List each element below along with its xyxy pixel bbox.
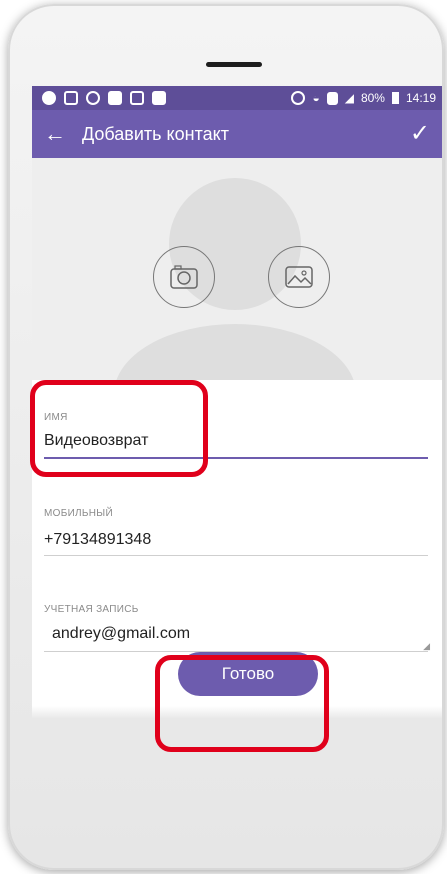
resize-handle-icon: ◢ [423, 641, 430, 651]
confirm-check-icon[interactable]: ✓ [410, 122, 430, 146]
gallery-icon [64, 91, 78, 105]
app-bar: ← Добавить контакт ✓ [32, 110, 442, 158]
battery-icon [391, 92, 399, 104]
phone-speaker [206, 62, 262, 67]
status-bar: ◒ ◢ 80% 14:19 [32, 86, 442, 110]
gallery-button[interactable] [268, 246, 330, 308]
contact-photo-area [32, 158, 442, 380]
page-title: Добавить контакт [82, 123, 229, 144]
instagram-icon [130, 91, 144, 105]
back-arrow-icon[interactable]: ← [44, 123, 74, 145]
message-icon [108, 91, 122, 105]
alarm-icon [291, 91, 306, 105]
done-button-highlight [155, 655, 329, 752]
avatar-placeholder-body [114, 324, 356, 380]
clock: 14:19 [405, 91, 436, 105]
sticker-icon [152, 91, 166, 105]
sim-icon [326, 91, 338, 105]
mobile-label: МОБИЛЬНЫЙ [44, 508, 113, 519]
mobile-input[interactable]: +79134891348 [44, 531, 151, 549]
mobile-underline [44, 555, 428, 556]
whatsapp-icon [86, 91, 100, 105]
wifi-icon: ◒ [312, 91, 320, 105]
signal-icon: ◢ [344, 91, 354, 105]
account-label: УЧЕТНАЯ ЗАПИСЬ [44, 604, 139, 615]
camera-button[interactable] [153, 246, 215, 308]
name-field-highlight [30, 380, 208, 477]
skype-icon [42, 91, 56, 105]
image-icon [285, 266, 313, 288]
account-input[interactable]: andrey@gmail.com [52, 625, 190, 643]
camera-icon [170, 265, 198, 289]
battery-percent: 80% [360, 91, 385, 105]
